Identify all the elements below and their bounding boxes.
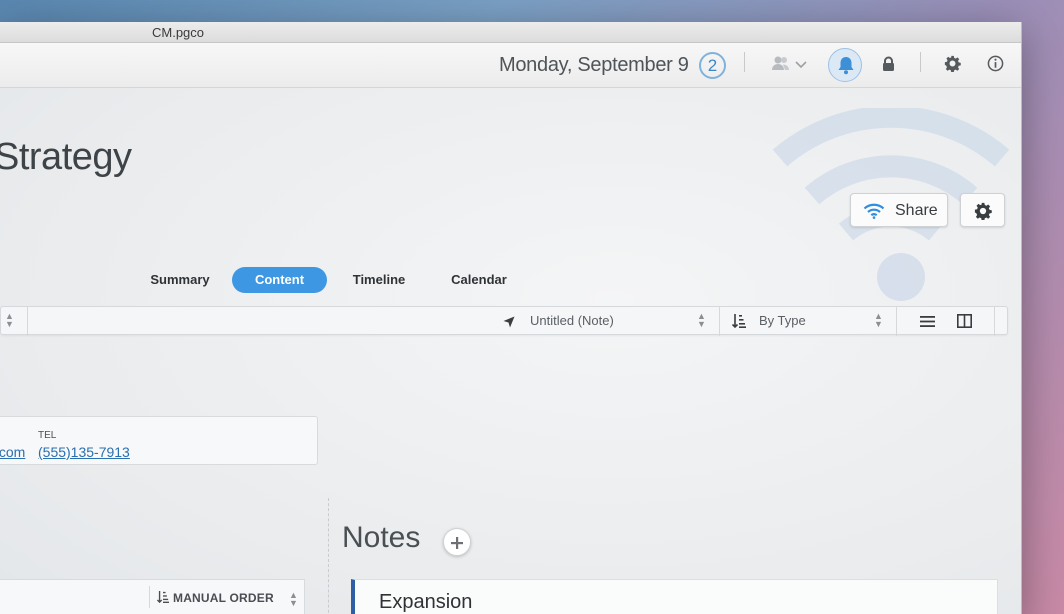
select-arrows-icon[interactable]: ▲ ▼ <box>697 312 706 329</box>
app-window: CM.pgco Monday, September 9 2 Strategy S… <box>0 22 1022 614</box>
chevron-down-icon[interactable] <box>795 57 807 75</box>
current-date: Monday, September 9 <box>499 54 689 76</box>
bell-icon <box>837 56 855 80</box>
tel-label: TEL <box>38 430 57 441</box>
tel-link[interactable]: (555)135-7913 <box>38 444 130 460</box>
select-arrows-icon[interactable]: ▲ ▼ <box>874 312 883 329</box>
note-card[interactable]: Expansion <box>351 579 998 614</box>
list-header-divider <box>149 586 150 608</box>
toolbar-divider <box>896 307 897 336</box>
contact-card: .com TEL (555)135-7913 <box>0 416 318 465</box>
sort-order-icon <box>156 590 169 609</box>
email-link[interactable]: .com <box>0 444 25 460</box>
lock-icon[interactable] <box>882 56 895 77</box>
title-bar: CM.pgco <box>0 22 1021 43</box>
tab-timeline[interactable]: Timeline <box>340 267 418 293</box>
page-title: Strategy <box>0 136 132 178</box>
main-content: Strategy Share Summary Content Timeline … <box>0 88 1021 614</box>
column-divider <box>328 498 329 614</box>
location-select[interactable]: Untitled (Note) <box>530 313 614 328</box>
list-view-icon[interactable] <box>920 315 935 333</box>
tab-calendar[interactable]: Calendar <box>440 267 518 293</box>
filter-toolbar: ▲ ▼ Untitled (Note) ▲ ▼ By Type ▲ ▼ <box>0 306 1008 336</box>
users-icon[interactable] <box>771 55 791 76</box>
window-title: CM.pgco <box>152 25 205 40</box>
page-settings-button[interactable] <box>960 193 1005 227</box>
topbar-divider <box>920 52 921 72</box>
info-icon[interactable] <box>987 55 1004 77</box>
list-header: MANUAL ORDER ▲ ▼ <box>0 579 305 614</box>
gear-icon <box>974 202 992 225</box>
share-button[interactable]: Share <box>850 193 948 227</box>
plus-icon <box>451 529 463 554</box>
split-view-icon[interactable] <box>957 314 972 333</box>
topbar-divider <box>744 52 745 72</box>
toolbar-divider <box>719 307 720 336</box>
toolbar-divider <box>994 307 995 336</box>
select-arrows-icon[interactable]: ▲ ▼ <box>289 591 298 608</box>
sort-arrows-icon[interactable]: ▲ ▼ <box>5 312 14 329</box>
note-title: Expansion <box>379 591 473 613</box>
add-note-button[interactable] <box>443 528 471 556</box>
top-bar: Monday, September 9 2 <box>0 43 1021 88</box>
notes-heading: Notes <box>342 521 421 554</box>
manual-order-select[interactable]: MANUAL ORDER <box>173 591 274 605</box>
notifications-button[interactable] <box>828 48 862 82</box>
location-arrow-icon <box>503 315 515 333</box>
toolbar-divider <box>27 307 28 336</box>
gear-icon[interactable] <box>944 55 961 77</box>
share-label: Share <box>895 202 938 219</box>
tab-content[interactable]: Content <box>232 267 327 293</box>
wifi-icon <box>863 203 885 224</box>
sort-select[interactable]: By Type <box>759 313 806 328</box>
sort-order-icon <box>731 313 746 334</box>
date-count-badge[interactable]: 2 <box>699 52 726 79</box>
tab-summary[interactable]: Summary <box>140 267 220 293</box>
